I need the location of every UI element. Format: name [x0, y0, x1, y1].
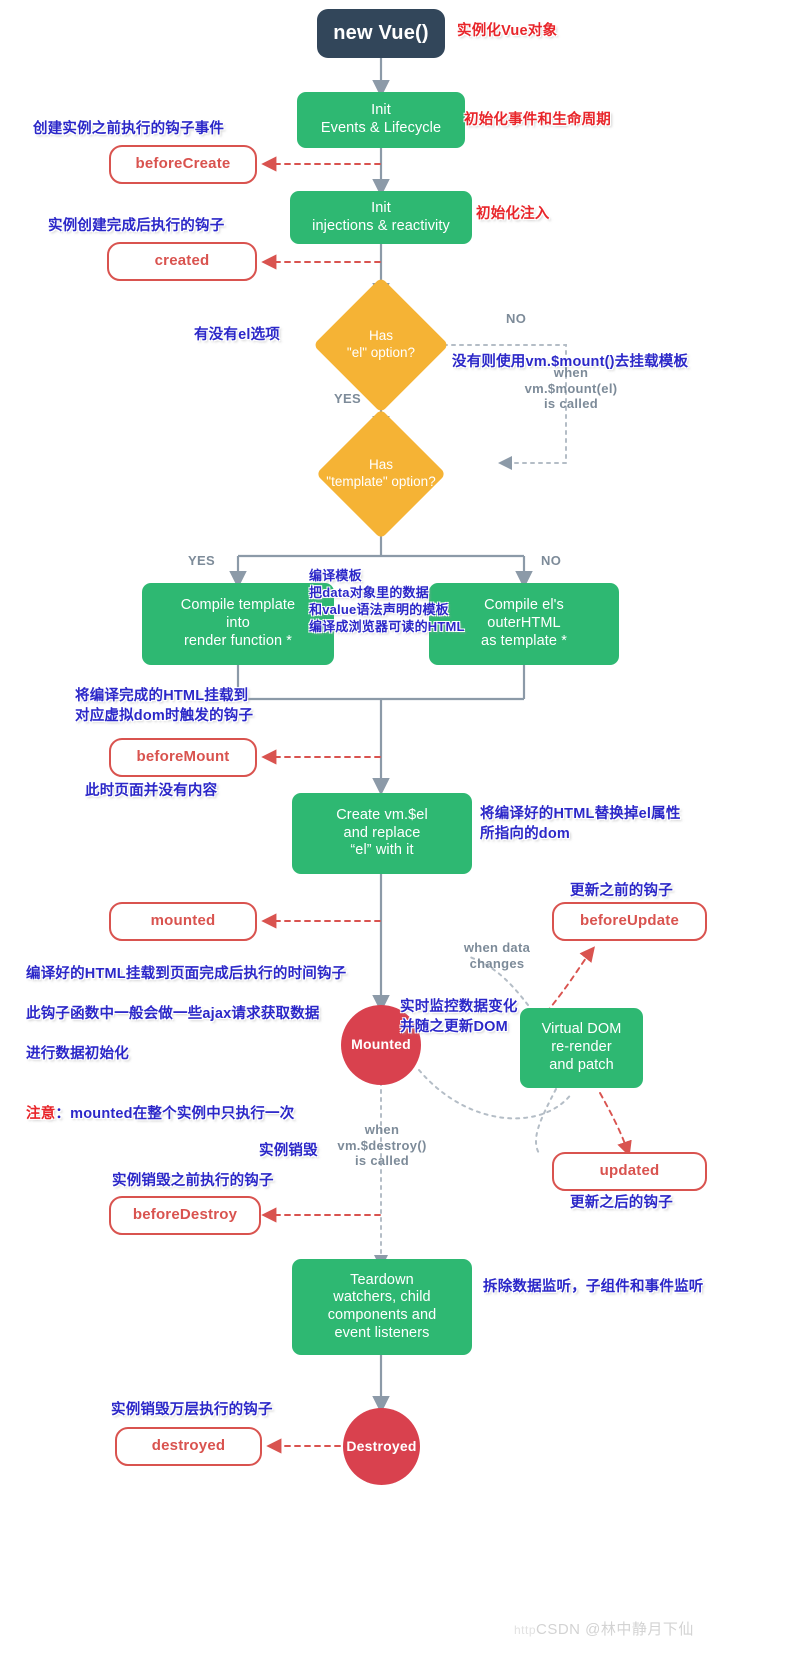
- node-has-el-line2: "el" option?: [346, 345, 416, 360]
- node-destroyed-state-label: Destroyed: [346, 1437, 417, 1454]
- annotation-mounted-note-body: ：mounted在整个实例中只执行一次: [55, 1106, 295, 1122]
- node-compile-template-line1: Compile template: [180, 597, 296, 614]
- node-compile-template: Compile template into render function *: [142, 583, 334, 665]
- annotation-instantiate-vue: 实例化Vue对象: [457, 23, 558, 39]
- watermark-url: http: [514, 1623, 537, 1637]
- node-init-injections-line2: injections & reactivity: [312, 217, 450, 234]
- annotation-before-mount-note: 此时页面并没有内容: [85, 783, 218, 799]
- annotation-mounted-desc-line3: 进行数据初始化: [26, 1046, 129, 1062]
- annotation-has-el-desc: 有没有el选项: [194, 327, 280, 343]
- hook-before-mount: beforeMount: [109, 738, 257, 777]
- node-virtual-dom-line2: re-render: [551, 1039, 612, 1056]
- node-create-vm-el-line2: and replace: [343, 824, 421, 841]
- node-has-template-option: Has "template" option?: [291, 408, 471, 540]
- annotation-init-events-lifecycle: 初始化事件和生命周期: [464, 112, 611, 128]
- node-teardown-line2: watchers, child: [333, 1289, 431, 1306]
- node-create-vm-el-line3: “el” with it: [350, 842, 414, 859]
- annotation-mounted-note-label: 注意: [26, 1106, 56, 1122]
- node-create-vm-el: Create vm.$el and replace “el” with it: [292, 793, 472, 874]
- annotation-before-update-desc: 更新之前的钩子: [570, 883, 673, 899]
- node-init-events-line1: Init: [371, 102, 391, 119]
- node-new-vue: new Vue(): [317, 9, 445, 58]
- annotation-destroy-instance: 实例销毁: [259, 1143, 318, 1159]
- watermark: httpCSDN @林中静月下仙: [514, 1618, 694, 1639]
- node-virtual-dom-line3: and patch: [549, 1056, 614, 1073]
- watermark-text: CSDN @林中静月下仙: [536, 1621, 694, 1638]
- vue-lifecycle-diagram: new Vue() Init Events & Lifecycle Init i…: [0, 0, 798, 1662]
- hook-updated: updated: [552, 1152, 707, 1191]
- edge-caption-el-no: NO: [506, 311, 527, 326]
- node-new-vue-label: new Vue(): [333, 22, 429, 45]
- node-has-template-line1: Has: [368, 457, 393, 473]
- annotation-compile-desc: 编译模板 把data对象里的数据 和value语法声明的模板 编译成浏览器可读的…: [309, 568, 465, 635]
- annotation-mounted-desc: 编译好的HTML挂载到页面完成后执行的时间钩子 此钩子函数中一般会做一些ajax…: [26, 944, 346, 1144]
- hook-before-create-label: beforeCreate: [135, 155, 231, 173]
- annotation-mounted-note: 注意：mounted在整个实例中只执行一次: [26, 1084, 346, 1124]
- edge-caption-when-mount-called: when vm.$mount(el) is called: [524, 365, 618, 412]
- annotation-mounted-desc-line1: 编译好的HTML挂载到页面完成后执行的时间钩子: [26, 966, 347, 982]
- annotation-init-injection: 初始化注入: [476, 206, 550, 222]
- edge-caption-template-yes: YES: [188, 553, 215, 568]
- hook-before-update-label: beforeUpdate: [579, 912, 680, 930]
- annotation-created-desc: 实例创建完成后执行的钩子: [48, 218, 225, 234]
- edge-caption-el-yes: YES: [334, 391, 361, 406]
- annotation-no-el-desc: 没有则使用vm.$mount()去挂载模板: [452, 354, 689, 370]
- annotation-updated-desc: 更新之后的钩子: [570, 1195, 673, 1211]
- node-init-events-line2: Events & Lifecycle: [320, 120, 442, 136]
- hook-before-update: beforeUpdate: [552, 902, 707, 941]
- node-has-el-line1: Has: [368, 328, 393, 344]
- node-compile-outerhtml-line1: Compile el's: [484, 597, 564, 614]
- node-init-injections-reactivity: Init injections & reactivity: [290, 191, 472, 244]
- hook-before-create: beforeCreate: [109, 145, 257, 184]
- node-has-template-label: Has "template" option?: [326, 457, 435, 491]
- node-virtual-dom-rerender: Virtual DOM re-render and patch: [520, 1008, 643, 1088]
- hook-before-destroy-label: beforeDestroy: [132, 1206, 238, 1224]
- node-init-injections-line1: Init: [371, 199, 391, 216]
- node-teardown-line4: event listeners: [334, 1324, 430, 1341]
- node-has-el-option: Has "el" option?: [313, 277, 449, 413]
- hook-destroyed-label: destroyed: [151, 1437, 226, 1455]
- annotation-teardown-desc: 拆除数据监听，子组件和事件监听: [483, 1279, 704, 1295]
- node-virtual-dom-line1: Virtual DOM: [541, 1021, 622, 1038]
- node-compile-template-line2: into: [226, 615, 250, 632]
- node-teardown-line3: components and: [327, 1307, 437, 1323]
- annotation-mounted-desc-line2: 此钩子函数中一般会做一些ajax请求获取数据: [26, 1006, 320, 1022]
- annotation-before-create-desc: 创建实例之前执行的钩子事件: [33, 121, 225, 137]
- hook-created-label: created: [154, 252, 210, 270]
- node-compile-template-line3: render function *: [183, 632, 293, 649]
- node-has-template-line2: "template" option?: [326, 474, 436, 489]
- node-teardown: Teardown watchers, child components and …: [292, 1259, 472, 1355]
- node-has-el-label: Has "el" option?: [347, 328, 415, 362]
- node-compile-outerhtml-line3: as template *: [481, 632, 567, 649]
- hook-mounted: mounted: [109, 902, 257, 941]
- annotation-create-vm-el-desc: 将编译好的HTML替换掉el属性 所指向的dom: [480, 806, 681, 842]
- hook-before-destroy: beforeDestroy: [109, 1196, 261, 1235]
- node-destroyed-state: Destroyed: [343, 1408, 420, 1485]
- hook-created: created: [107, 242, 257, 281]
- node-init-events-lifecycle: Init Events & Lifecycle: [297, 92, 465, 148]
- node-compile-outerhtml-line2: outerHTML: [487, 615, 561, 632]
- node-create-vm-el-line1: Create vm.$el: [336, 806, 428, 823]
- annotation-destroyed-desc: 实例销毁万层执行的钩子: [111, 1402, 273, 1418]
- edge-caption-when-data-changes: when data changes: [463, 940, 531, 971]
- edge-caption-template-no: NO: [541, 553, 562, 568]
- hook-mounted-label: mounted: [150, 912, 216, 930]
- node-teardown-line1: Teardown: [350, 1271, 414, 1288]
- annotation-before-mount-desc: 将编译完成的HTML挂载到 对应虚拟dom时触发的钩子: [75, 688, 254, 724]
- annotation-watch-data-desc: 实时监控数据变化 并随之更新DOM: [400, 999, 518, 1035]
- hook-destroyed: destroyed: [115, 1427, 262, 1466]
- annotation-before-destroy-desc: 实例销毁之前执行的钩子: [112, 1173, 274, 1189]
- node-mounted-state-label: Mounted: [351, 1036, 411, 1053]
- hook-updated-label: updated: [599, 1162, 660, 1180]
- hook-before-mount-label: beforeMount: [136, 748, 230, 766]
